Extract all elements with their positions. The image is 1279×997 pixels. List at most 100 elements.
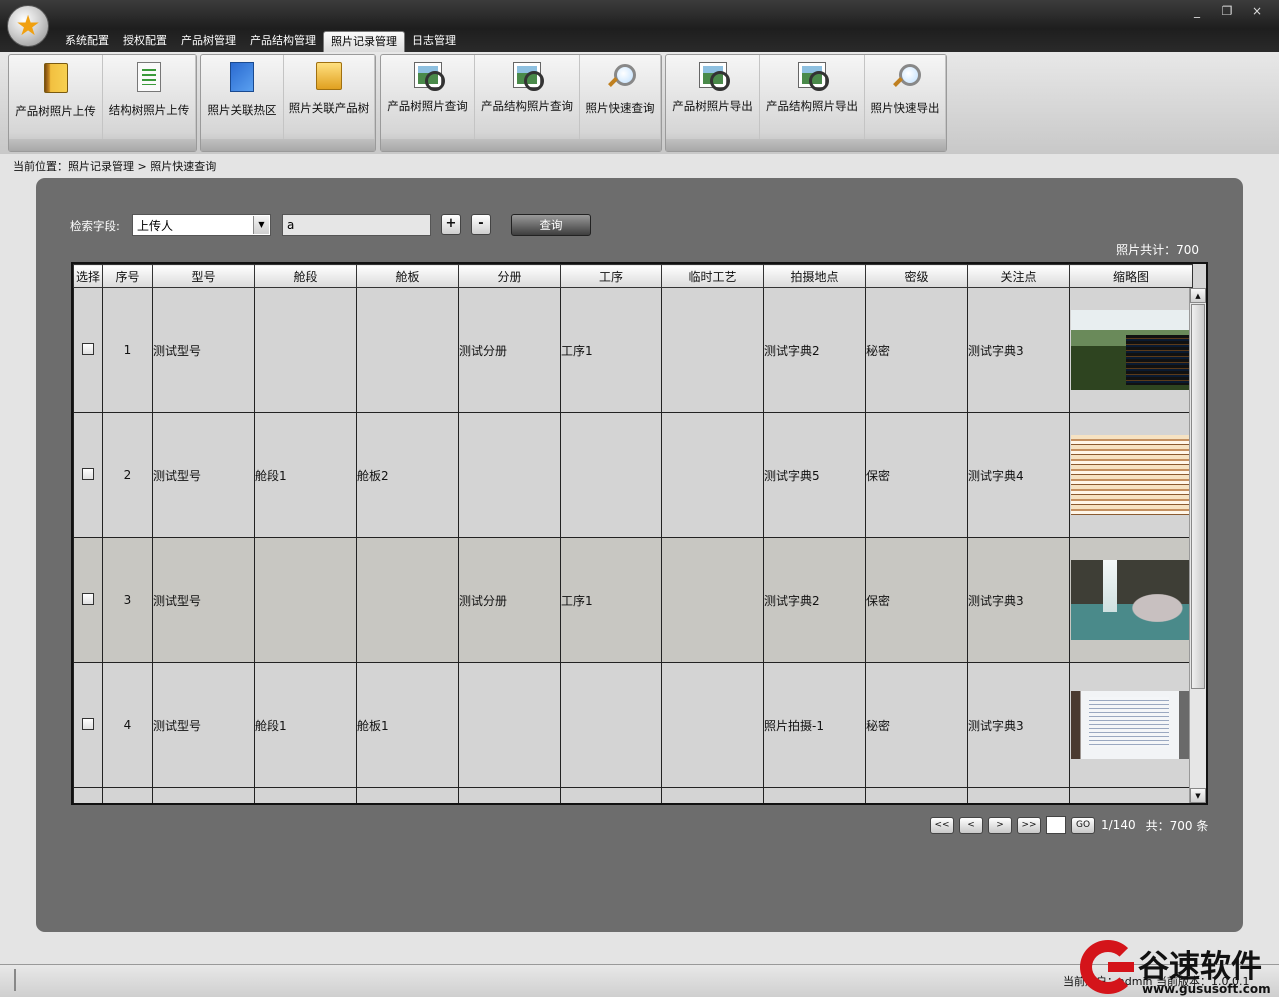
next-page-button[interactable]: > [988,816,1012,834]
product-structure-photo-query-button[interactable]: 产品结构照片查询 [475,55,580,139]
search-field-label: 检索字段: [70,219,120,233]
restore-button[interactable]: ❐ [1218,4,1236,20]
chevron-down-icon[interactable]: ▼ [253,216,269,234]
cell-temp-process [661,287,764,413]
cell-secret-level: 保密 [865,537,968,663]
row-number: 1 [102,287,153,413]
table-row[interactable]: 1 测试型号 测试分册 工序1 测试字典2 秘密 测试字典3 [73,287,1193,413]
cell-volume [458,662,561,788]
scroll-up-icon[interactable]: ▲ [1190,288,1206,303]
cell-panel [356,537,459,663]
ribbon-group-link: 照片关联热区 照片关联产品树 [200,54,376,152]
product-tree-photo-export-button[interactable]: 产品树照片导出 [666,55,760,139]
column-header[interactable]: 型号 [152,264,255,288]
table-row[interactable]: 4 测试型号 舱段1 舱板1 照片拍摄-1 秘密 测试字典3 [73,662,1193,788]
scrollbar-thumb[interactable] [1191,304,1205,689]
go-button[interactable]: GO [1071,816,1095,834]
close-button[interactable]: × [1248,4,1266,20]
column-header[interactable]: 分册 [458,264,561,288]
table-row[interactable]: 2 测试型号 舱段1 舱板2 测试字典5 保密 测试字典4 [73,412,1193,538]
cell-section [254,287,357,413]
table-row [73,787,1193,803]
cell-temp-process [661,412,764,538]
query-button[interactable]: 查询 [511,214,591,236]
row-checkbox[interactable] [82,717,94,730]
cell-section: 舱段1 [254,662,357,788]
photo-quick-query-button[interactable]: 照片快速查询 [580,55,661,139]
cell-focus: 测试字典3 [967,662,1070,788]
column-header[interactable]: 关注点 [967,264,1070,288]
column-header[interactable]: 舱段 [254,264,357,288]
column-header[interactable]: 选择 [73,264,103,288]
table-row[interactable]: 3 测试型号 测试分册 工序1 测试字典2 保密 测试字典3 [73,537,1193,663]
photo-product-tree-link-button[interactable]: 照片关联产品树 [284,55,375,139]
photo-thumbnail[interactable] [1071,691,1191,759]
tab-log-management[interactable]: 日志管理 [405,31,463,52]
cell-focus: 测试字典4 [967,412,1070,538]
app-orb-button[interactable]: ★ [7,5,49,47]
page-number-input[interactable] [1046,816,1066,834]
column-header[interactable]: 拍摄地点 [763,264,866,288]
structure-tree-photo-upload-button[interactable]: 结构树照片上传 [103,55,196,139]
cell-temp-process [661,537,764,663]
photo-table: 选择 序号 型号 舱段 舱板 分册 工序 临时工艺 拍摄地点 密级 关注点 缩略… [73,264,1193,803]
row-checkbox[interactable] [82,467,94,480]
search-input[interactable] [282,214,431,236]
cell-process [560,412,662,538]
watermark-logo: 谷速软件 www.gususoft.com [1080,940,1279,997]
cell-volume [458,412,561,538]
watermark-brand: 谷速软件 [1138,949,1262,985]
row-checkbox[interactable] [82,592,94,605]
cell-model: 测试型号 [152,662,255,788]
tab-license-config[interactable]: 授权配置 [116,31,174,52]
remove-condition-button[interactable]: - [471,214,491,235]
tab-product-structure[interactable]: 产品结构管理 [243,31,323,52]
search-field-select[interactable]: 上传人 ▼ [132,214,271,236]
scroll-down-icon[interactable]: ▼ [1190,788,1206,803]
photo-thumbnail[interactable] [1071,310,1191,390]
cell-location: 测试字典2 [763,287,866,413]
column-header[interactable]: 密级 [865,264,968,288]
photo-search-icon [413,62,445,91]
folder-icon [316,62,342,90]
cell-panel [356,287,459,413]
row-number: 4 [102,662,153,788]
tab-product-tree[interactable]: 产品树管理 [174,31,243,52]
cell-secret-level: 保密 [865,412,968,538]
breadcrumb: 当前位置：照片记录管理 > 照片快速查询 [13,160,217,173]
prev-page-button[interactable]: < [959,816,983,834]
column-header[interactable]: 序号 [102,264,153,288]
column-header[interactable]: 缩略图 [1069,264,1193,288]
cell-secret-level: 秘密 [865,287,968,413]
photo-quick-export-button[interactable]: 照片快速导出 [865,55,946,139]
first-page-button[interactable]: << [930,816,954,834]
photo-hotspot-link-button[interactable]: 照片关联热区 [201,55,284,139]
magnifier-icon [606,62,636,90]
column-header[interactable]: 工序 [560,264,662,288]
cell-panel: 舱板2 [356,412,459,538]
product-structure-photo-export-button[interactable]: 产品结构照片导出 [760,55,865,139]
photo-total-count: 照片共计：700 [1116,243,1199,257]
cell-volume: 测试分册 [458,287,561,413]
cell-section [254,537,357,663]
minimize-button[interactable]: _ [1188,4,1206,20]
photo-thumbnail[interactable] [1071,560,1191,640]
add-condition-button[interactable]: + [441,214,461,235]
tab-photo-records[interactable]: 照片记录管理 [323,31,405,52]
product-tree-photo-upload-button[interactable]: 产品树照片上传 [9,55,103,139]
cell-model: 测试型号 [152,287,255,413]
row-checkbox[interactable] [82,342,94,355]
photo-grid: 选择 序号 型号 舱段 舱板 分册 工序 临时工艺 拍摄地点 密级 关注点 缩略… [71,262,1208,805]
photo-thumbnail[interactable] [1071,435,1191,515]
watermark-url: www.gususoft.com [1142,982,1271,996]
vertical-scrollbar[interactable]: ▲ ▼ [1189,288,1206,803]
tab-system-config[interactable]: 系统配置 [58,31,116,52]
cell-location: 测试字典5 [763,412,866,538]
ribbon: 产品树照片上传 结构树照片上传 照片关联热区 照片关联产品树 产品树照片查询 产… [0,52,1279,156]
last-page-button[interactable]: >> [1017,816,1041,834]
blue-document-icon [230,62,254,92]
column-header[interactable]: 舱板 [356,264,459,288]
product-tree-photo-query-button[interactable]: 产品树照片查询 [381,55,475,139]
column-header[interactable]: 临时工艺 [661,264,764,288]
row-number: 3 [102,537,153,663]
